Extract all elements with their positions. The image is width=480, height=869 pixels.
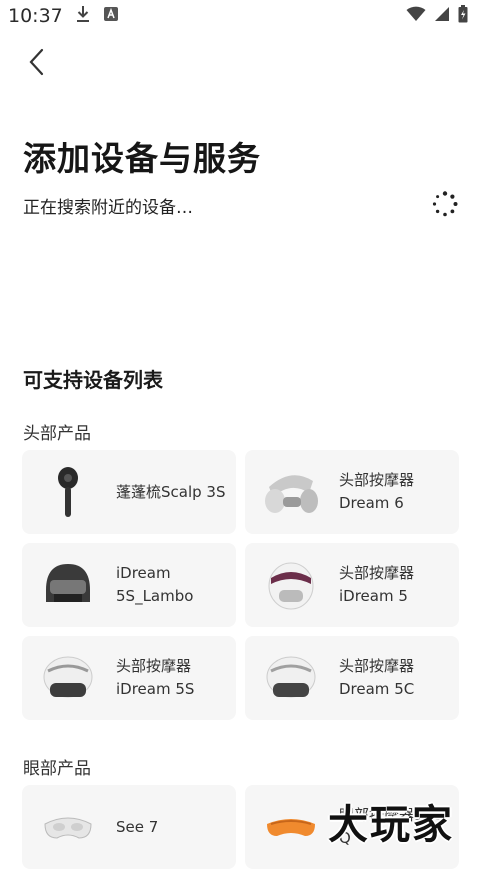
download-icon [75,5,91,27]
watermark: 大玩家 [328,802,454,848]
device-label: 头部按摩器 iDream 5 [339,564,415,605]
helmet-massager-icon [261,555,321,615]
helmet-massager-icon [261,648,321,708]
device-card-idream-5s[interactable]: 头部按摩器 iDream 5S [22,636,236,720]
device-label: See 7 [116,817,159,836]
helmet-massager-icon [38,648,98,708]
scalp-comb-icon [38,462,98,522]
back-button[interactable] [18,44,54,80]
device-card-scalp-3s[interactable]: 蓬蓬梳Scalp 3S [22,450,236,534]
device-label: iDream 5S_Lambo [116,564,194,605]
device-label: 头部按摩器 Dream 5C [339,657,415,698]
battery-icon [458,5,468,27]
device-card-idream-5s-lambo[interactable]: iDream 5S_Lambo [22,543,236,627]
status-time: 10:37 [8,5,63,27]
status-bar: 10:37 [0,0,480,32]
category-head-products: 头部产品 [23,424,91,444]
supported-devices-title: 可支持设备列表 [23,368,163,392]
helmet-massager-icon [38,555,98,615]
device-card-idream-5[interactable]: 头部按摩器 iDream 5 [245,543,459,627]
searching-status: 正在搜索附近的设备… [23,198,193,218]
chevron-left-icon [29,48,44,76]
wifi-icon [406,6,426,26]
device-label: 头部按摩器 Dream 6 [339,471,415,512]
eye-massager-icon [38,797,98,857]
notification-a-icon [103,6,119,26]
category-eye-products: 眼部产品 [23,759,91,779]
device-card-dream-5c[interactable]: 头部按摩器 Dream 5C [245,636,459,720]
eye-massager-icon [261,797,321,857]
head-massager-icon [261,462,321,522]
loading-spinner-icon [432,191,458,217]
page-title: 添加设备与服务 [23,139,261,178]
device-card-dream-6[interactable]: 头部按摩器 Dream 6 [245,450,459,534]
device-card-see-7[interactable]: See 7 [22,785,236,869]
signal-icon [434,6,450,26]
device-label: 头部按摩器 iDream 5S [116,657,195,698]
device-label: 蓬蓬梳Scalp 3S [116,482,226,501]
